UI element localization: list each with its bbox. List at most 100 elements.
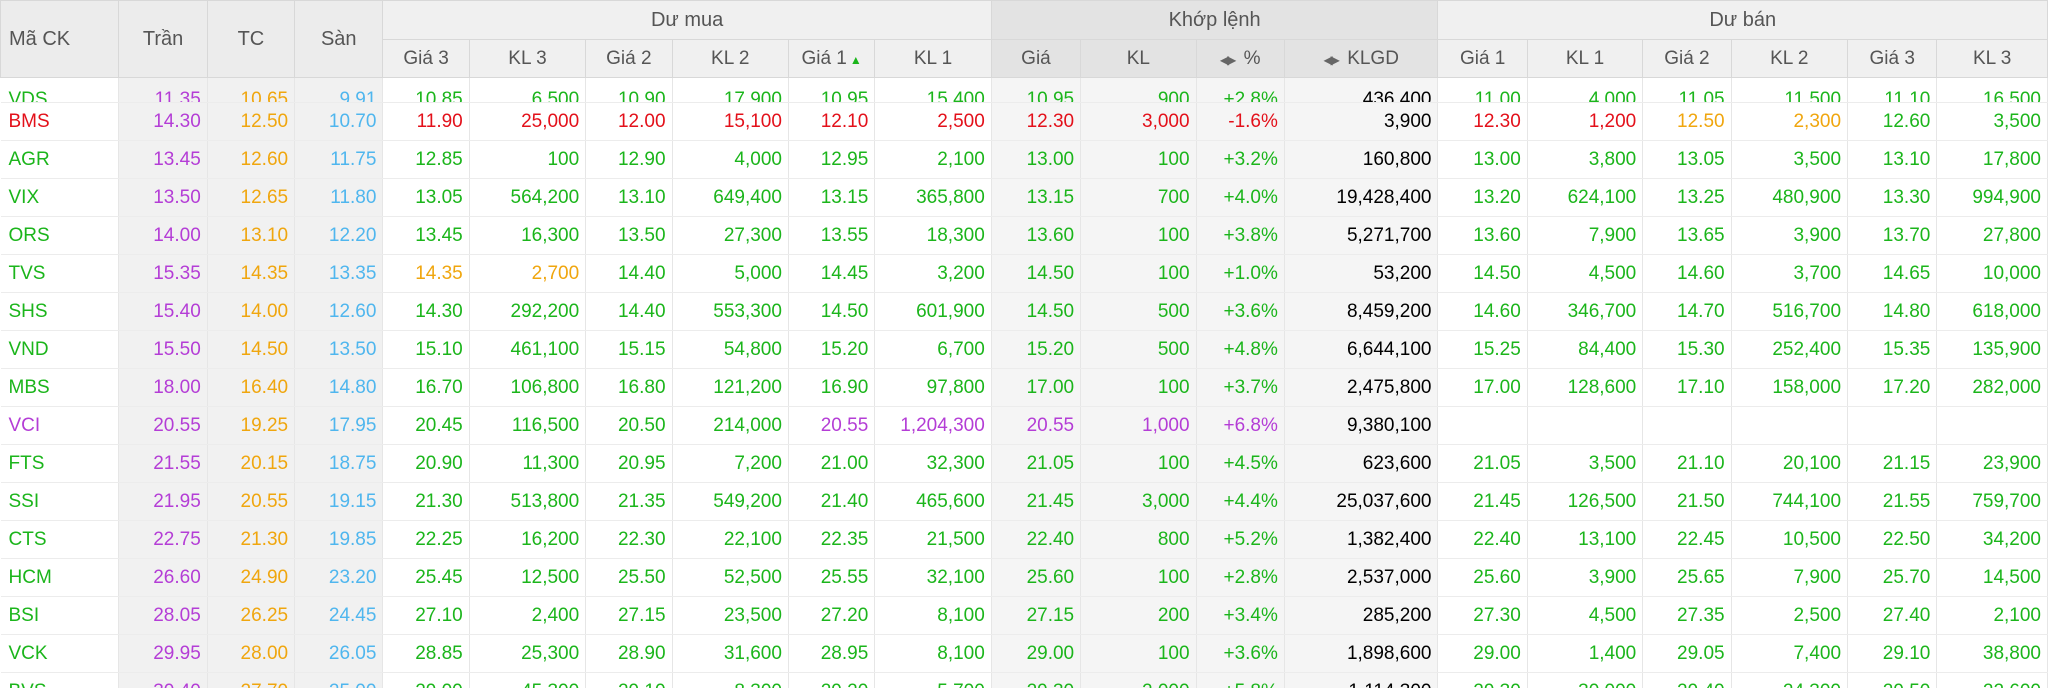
toggle-volume-icon[interactable]: ◀▶ — [1323, 53, 1340, 67]
col-sell-price3-header[interactable]: Giá 3 — [1847, 39, 1938, 78]
sell-vol2-cell: 7,400 — [1731, 634, 1849, 673]
symbol-cell[interactable]: CTS — [0, 520, 120, 559]
col-buy-price1-header[interactable]: Giá 1 ▲ — [787, 39, 876, 78]
symbol-cell[interactable]: BSI — [0, 596, 120, 635]
total-volume-value: 2,537,000 — [1346, 566, 1432, 588]
reference-value: 28.00 — [240, 642, 289, 664]
symbol-cell[interactable]: AGR — [0, 140, 120, 179]
reference-value: 14.50 — [240, 338, 289, 360]
col-buy-vol3-header[interactable]: KL 3 — [468, 39, 587, 78]
symbol-cell[interactable]: HCM — [0, 558, 120, 597]
sell-price1-value: 13.20 — [1473, 186, 1521, 208]
col-buy-vol2-header[interactable]: KL 2 — [671, 39, 789, 78]
table-row[interactable]: HCM 26.60 24.90 23.20 25.45 12,500 25.50 52,500… — [0, 558, 2048, 597]
table-row[interactable]: AGR 13.45 12.60 11.75 12.85 100 12.90 4,000 12.9… — [0, 140, 2048, 179]
table-row[interactable]: FTS 21.55 20.15 18.75 20.90 11,300 20.95 7,200 2… — [0, 444, 2048, 483]
buy-vol3-value: 513,800 — [510, 490, 580, 512]
symbol-cell[interactable]: BMS — [0, 102, 120, 141]
symbol-cell[interactable]: TVS — [0, 254, 120, 293]
buy-price2-cell: 28.90 — [585, 634, 673, 673]
table-row[interactable]: BSI 28.05 26.25 24.45 27.10 2,400 27.15 23,500 2… — [0, 596, 2048, 635]
match-price-cell: 14.50 — [991, 254, 1082, 293]
buy-vol2-value: 553,300 — [713, 300, 782, 322]
buy-price3-cell: 22.25 — [382, 520, 470, 559]
col-symbol-header[interactable]: Mã CK — [0, 0, 120, 78]
buy-price3-cell: 14.35 — [382, 254, 470, 293]
col-match-price-header[interactable]: Giá — [990, 39, 1082, 78]
symbol-cell[interactable]: VCI — [0, 406, 120, 445]
symbol-cell[interactable]: VIX — [0, 178, 120, 217]
sell-price2-cell: 29.40 — [1642, 672, 1732, 688]
sell-price2-value: 29.05 — [1677, 642, 1725, 664]
col-buy-vol1-header[interactable]: KL 1 — [874, 39, 992, 78]
sell-price1-value: 14.60 — [1473, 300, 1521, 322]
match-price-value: 13.15 — [1026, 186, 1075, 208]
table-row[interactable]: MBS 18.00 16.40 14.80 16.70 106,800 16.80 121,2… — [0, 368, 2048, 407]
symbol-cell[interactable]: ORS — [0, 216, 120, 255]
col-sell-vol3-header[interactable]: KL 3 — [1936, 39, 2048, 78]
table-row[interactable]: VND 15.50 14.50 13.50 15.10 461,100 15.15 54,80… — [0, 330, 2048, 369]
col-sell-vol2-header[interactable]: KL 2 — [1730, 39, 1849, 78]
col-ceiling-header[interactable]: Trần — [118, 0, 208, 78]
ceiling-cell: 15.35 — [118, 254, 208, 293]
match-pct-value: +4.5% — [1223, 452, 1278, 474]
symbol-value: VIX — [8, 186, 40, 208]
col-buy-price3-header[interactable]: Giá 3 — [382, 39, 470, 78]
buy-vol1-value: 97,800 — [926, 376, 985, 398]
col-sell-price2-header[interactable]: Giá 2 — [1642, 39, 1732, 78]
col-match-pct-header[interactable]: ◀▶ % — [1195, 39, 1285, 78]
table-row[interactable]: VCK 29.95 28.00 26.05 28.85 25,300 28.90 31,600… — [0, 634, 2048, 673]
col-sell-price1-header[interactable]: Giá 1 — [1437, 39, 1528, 78]
table-row[interactable]: BVS 30.40 27.70 25.00 29.00 45,300 29.10 8,300 2… — [0, 672, 2048, 688]
total-volume-value: 1,382,400 — [1346, 528, 1432, 550]
symbol-cell[interactable]: BVS — [0, 672, 120, 688]
buy-price3-cell: 13.45 — [382, 216, 470, 255]
symbol-cell[interactable]: FTS — [0, 444, 120, 483]
buy-vol1-value: 365,800 — [916, 186, 985, 208]
table-row[interactable]: SHS 15.40 14.00 12.60 14.30 292,200 14.40 553,3… — [0, 292, 2048, 331]
toggle-change-icon[interactable]: ◀▶ — [1220, 53, 1237, 67]
sell-vol2-value: 24,300 — [1783, 681, 1841, 688]
sell-vol3-value: 17,800 — [1982, 148, 2041, 170]
match-vol-cell: 100 — [1080, 254, 1197, 293]
symbol-cell[interactable]: VDS — [0, 77, 120, 103]
symbol-cell[interactable]: VND — [0, 330, 120, 369]
table-row[interactable]: SSI 21.95 20.55 19.15 21.30 513,800 21.35 549,2… — [0, 482, 2048, 521]
symbol-cell[interactable]: VCK — [0, 634, 120, 673]
match-pct-value: +3.6% — [1223, 300, 1278, 322]
table-row[interactable]: ORS 14.00 13.10 12.20 13.45 16,300 13.50 27,300… — [0, 216, 2048, 255]
symbol-value: HCM — [8, 566, 52, 588]
col-reference-header[interactable]: TC — [206, 0, 296, 78]
symbol-value: MBS — [8, 376, 50, 398]
symbol-cell[interactable]: SHS — [0, 292, 120, 331]
sell-vol2-value: 7,900 — [1793, 566, 1842, 588]
sell-price3-value: 25.70 — [1882, 566, 1931, 588]
buy-vol1-value: 15,400 — [926, 89, 985, 103]
sell-vol3-value: 14,500 — [1982, 566, 2041, 588]
sell-price2-value: 17.10 — [1677, 376, 1725, 398]
total-volume-cell: 19,428,400 — [1284, 178, 1439, 217]
col-klgd-header[interactable]: ◀▶ KLGD — [1283, 39, 1439, 78]
sell-vol3-cell: 34,200 — [1936, 520, 2048, 559]
table-row[interactable]: CTS 22.75 21.30 19.85 22.25 16,200 22.30 22,100… — [0, 520, 2048, 559]
buy-vol2-value: 7,200 — [734, 452, 782, 474]
total-volume-cell: 9,380,100 — [1284, 406, 1439, 445]
match-price-cell: 13.15 — [991, 178, 1082, 217]
symbol-cell[interactable]: MBS — [0, 368, 120, 407]
buy-vol2-value: 5,000 — [734, 262, 782, 284]
col-match-vol-header[interactable]: KL — [1080, 39, 1197, 78]
ceiling-value: 21.95 — [153, 490, 201, 512]
col-sell-vol1-header[interactable]: KL 1 — [1526, 39, 1644, 78]
col-buy-price2-header[interactable]: Giá 2 — [585, 39, 673, 78]
buy-price3-cell: 13.05 — [382, 178, 470, 217]
table-row[interactable]: TVS 15.35 14.35 13.35 14.35 2,700 14.40 5,000 14… — [0, 254, 2048, 293]
buy-vol1-cell: 32,300 — [874, 444, 992, 483]
table-row[interactable]: VDS 11.35 10.65 9.91 10.85 6,500 10.90 17,900 10… — [0, 77, 2048, 103]
table-row[interactable]: VCI 20.55 19.25 17.95 20.45 116,500 20.50 214,0… — [0, 406, 2048, 445]
table-row[interactable]: BMS 14.30 12.50 10.70 11.90 25,000 12.00 15,100… — [0, 102, 2048, 141]
sell-vol3-value: 16,500 — [1982, 89, 2041, 103]
buy-price1-value: 12.10 — [820, 110, 869, 132]
col-floor-header[interactable]: Sàn — [294, 0, 384, 78]
table-row[interactable]: VIX 13.50 12.65 11.80 13.05 564,200 13.10 649,4… — [0, 178, 2048, 217]
symbol-cell[interactable]: SSI — [0, 482, 120, 521]
